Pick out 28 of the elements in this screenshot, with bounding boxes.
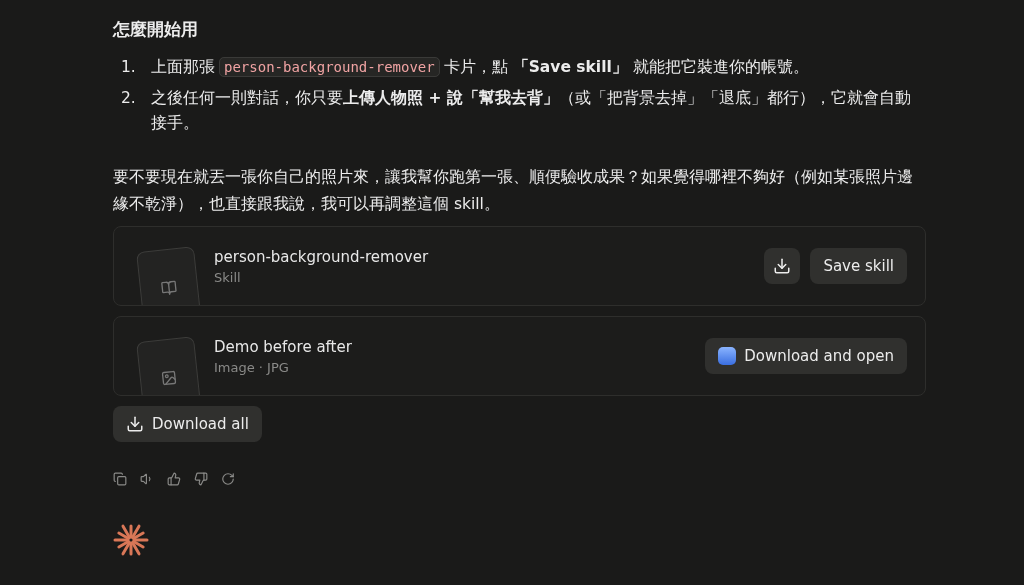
file-type: Image · JPG — [214, 359, 290, 375]
download-icon — [773, 257, 792, 275]
thumbs-up-icon[interactable] — [167, 472, 181, 486]
file-card[interactable]: Demo before after Image · JPG Download and open — [113, 316, 926, 396]
file-card[interactable]: person-background-remover Skill Save skill — [113, 226, 926, 306]
thumbs-down-icon[interactable] — [194, 472, 208, 486]
section-heading: 怎麼開始用 — [113, 18, 199, 41]
book-icon — [160, 279, 178, 297]
inline-code: person-background-remover — [219, 57, 440, 77]
file-type: Skill — [214, 269, 242, 285]
image-icon — [160, 369, 178, 387]
save-button[interactable]: Save skill — [810, 248, 907, 284]
step-text: 之後任何一則對話，你只要上傳人物照 + 說「幫我去背」（或「把背景去掉」「退底」都行），它就會自動接手。 — [151, 89, 911, 132]
sparkle-logo-icon — [113, 522, 149, 558]
paragraph: 要不要現在就丟一張你自己的照片來，讓我幫你跑第一張、順便驗收成果？如果覺得哪裡不夠好（例如某張照片邊緣不乾淨），也直接跟我說，我可以再調整這個 skill。 — [113, 167, 914, 215]
copy-icon[interactable] — [113, 472, 127, 486]
step-text: 卡片，點 「Save skill」 就能把它裝進你的帳號。 — [443, 58, 809, 76]
download-open-button[interactable]: Download and open — [705, 338, 907, 374]
list-number: 1. — [121, 57, 137, 78]
file-title: person-background-remover — [214, 247, 430, 266]
step-text: 上面那張 — [151, 58, 215, 76]
download-all-button[interactable]: Download all — [113, 406, 262, 442]
file-title: Demo before after — [214, 337, 353, 356]
list-number: 2. — [121, 88, 137, 109]
download-button[interactable] — [764, 248, 801, 284]
download-icon — [126, 415, 144, 433]
app-icon — [718, 347, 737, 365]
retry-icon[interactable] — [221, 472, 235, 486]
